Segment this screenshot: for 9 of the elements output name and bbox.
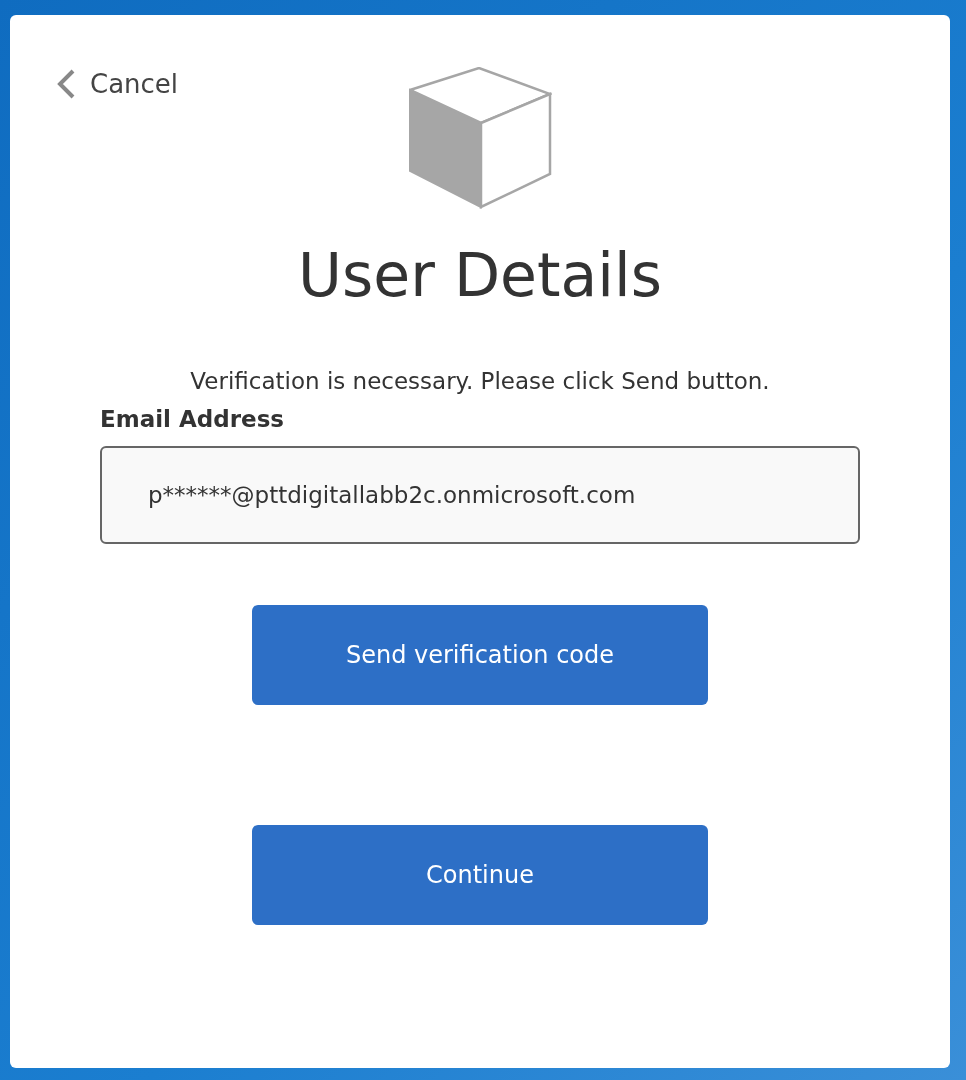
back-chevron-icon (56, 68, 76, 100)
page-title: User Details (298, 240, 662, 310)
email-field[interactable]: p******@pttdigitallabb2c.onmicrosoft.com (100, 446, 860, 544)
continue-button[interactable]: Continue (252, 825, 708, 925)
email-label: Email Address (100, 406, 286, 432)
cube-icon (408, 67, 552, 210)
send-code-button[interactable]: Send verification code (252, 605, 708, 705)
verification-message: Verification is necessary. Please click Send button. (190, 368, 770, 394)
cancel-link[interactable]: Cancel (56, 68, 179, 100)
